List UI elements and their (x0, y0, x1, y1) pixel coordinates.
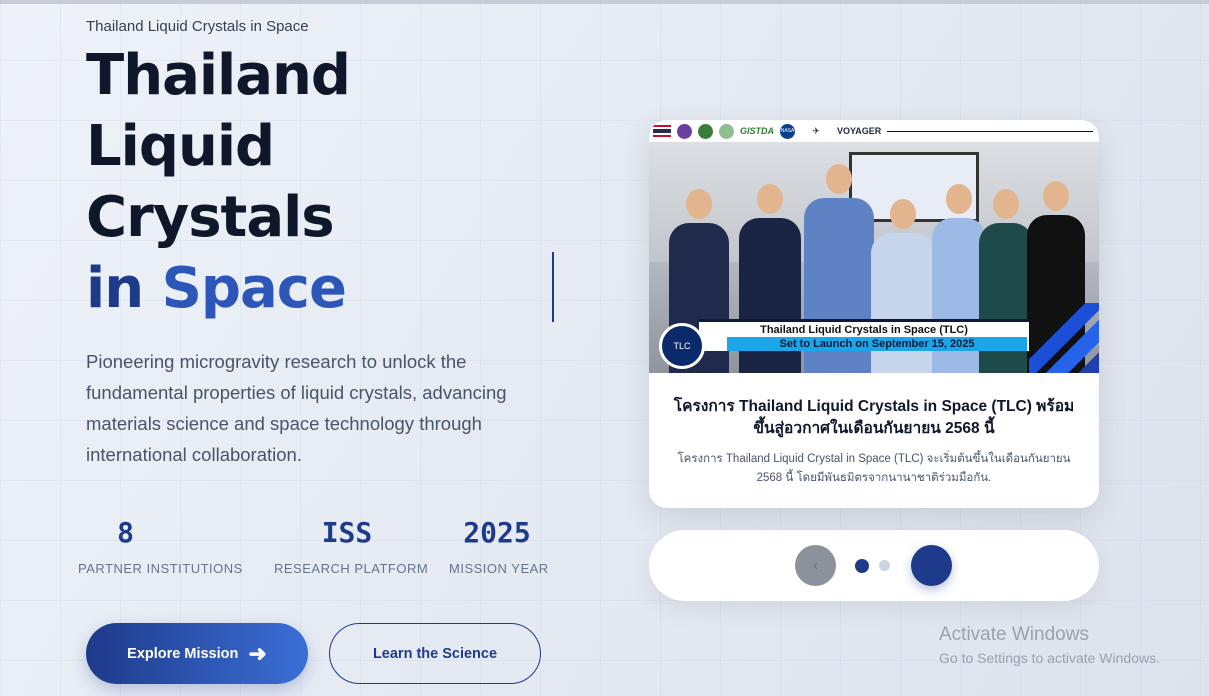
banner-title: Thailand Liquid Crystals in Space (TLC) (760, 324, 968, 336)
stat-value: 2025 (463, 516, 531, 549)
stat-value: 8 (117, 516, 134, 549)
partner-seal-icon (677, 123, 692, 139)
stat-label: PARTNER INSTITUTIONS (78, 561, 243, 576)
stat-year: 2025 MISSION YEAR (449, 516, 549, 576)
news-card-image: GISTDA NASA ✈ VOYAGER Thailand Liquid Cr… (649, 120, 1099, 373)
nasa-logo: NASA (780, 123, 796, 139)
news-card-title: โครงการ Thailand Liquid Crystals in Spac… (673, 398, 1075, 437)
explore-mission-label: Explore Mission (127, 645, 239, 662)
chevron-right-icon[interactable]: › (911, 545, 952, 586)
news-card-subtitle: โครงการ Thailand Liquid Crystal in Space… (677, 453, 1071, 484)
hero-title-in: in (86, 256, 144, 321)
hero-title-line2: Liquid (86, 114, 275, 179)
arrow-right-icon: ➜ (248, 640, 267, 666)
team-photo: Thailand Liquid Crystals in Space (TLC) … (649, 142, 1099, 373)
text-cursor (552, 252, 554, 322)
institute-logo-icon (719, 123, 734, 139)
learn-science-button[interactable]: Learn the Science (329, 623, 541, 684)
activation-subtitle: Go to Settings to activate Windows. (939, 650, 1160, 666)
hero-title-line3: Crystals (86, 185, 335, 250)
top-border (0, 0, 1209, 4)
explore-mission-button[interactable]: Explore Mission ➜ (86, 623, 308, 684)
hero-title-space: Space (161, 256, 347, 321)
hero-eyebrow: Thailand Liquid Crystals in Space (86, 18, 309, 35)
voyager-logo: VOYAGER (837, 126, 882, 136)
hero-description: Pioneering microgravity research to unlo… (86, 351, 507, 465)
chevron-left-icon[interactable]: ‹ (795, 545, 836, 586)
photo-banner: Thailand Liquid Crystals in Space (TLC) … (699, 319, 1029, 351)
windows-activation-watermark: Activate Windows Go to Settings to activ… (939, 624, 1160, 666)
carousel-controls: ‹ › (649, 530, 1099, 601)
carousel-dot[interactable] (879, 560, 890, 571)
university-logo-icon (698, 123, 713, 139)
stat-platform: ISS RESEARCH PLATFORM (274, 516, 429, 576)
tlc-badge: TLC (659, 323, 705, 369)
activation-title: Activate Windows (939, 624, 1089, 645)
thai-flag-icon (653, 125, 671, 137)
stat-partners: 8 PARTNER INSTITUTIONS (78, 516, 253, 576)
banner-subtitle: Set to Launch on September 15, 2025 (727, 337, 1027, 351)
hero-title-line1: Thailand (86, 43, 351, 108)
stat-label: RESEARCH PLATFORM (274, 561, 429, 576)
stat-value: ISS (321, 516, 373, 549)
hero-title: Thailand Liquid Crystals in Space (86, 40, 351, 324)
news-card[interactable]: GISTDA NASA ✈ VOYAGER Thailand Liquid Cr… (649, 120, 1099, 508)
partner-logos-bar: GISTDA NASA ✈ VOYAGER (649, 120, 1099, 142)
wings-logo-icon: ✈ (812, 125, 820, 136)
gistda-logo: GISTDA (740, 126, 775, 136)
stat-label: MISSION YEAR (449, 561, 549, 576)
carousel-dot-active[interactable] (855, 559, 869, 573)
